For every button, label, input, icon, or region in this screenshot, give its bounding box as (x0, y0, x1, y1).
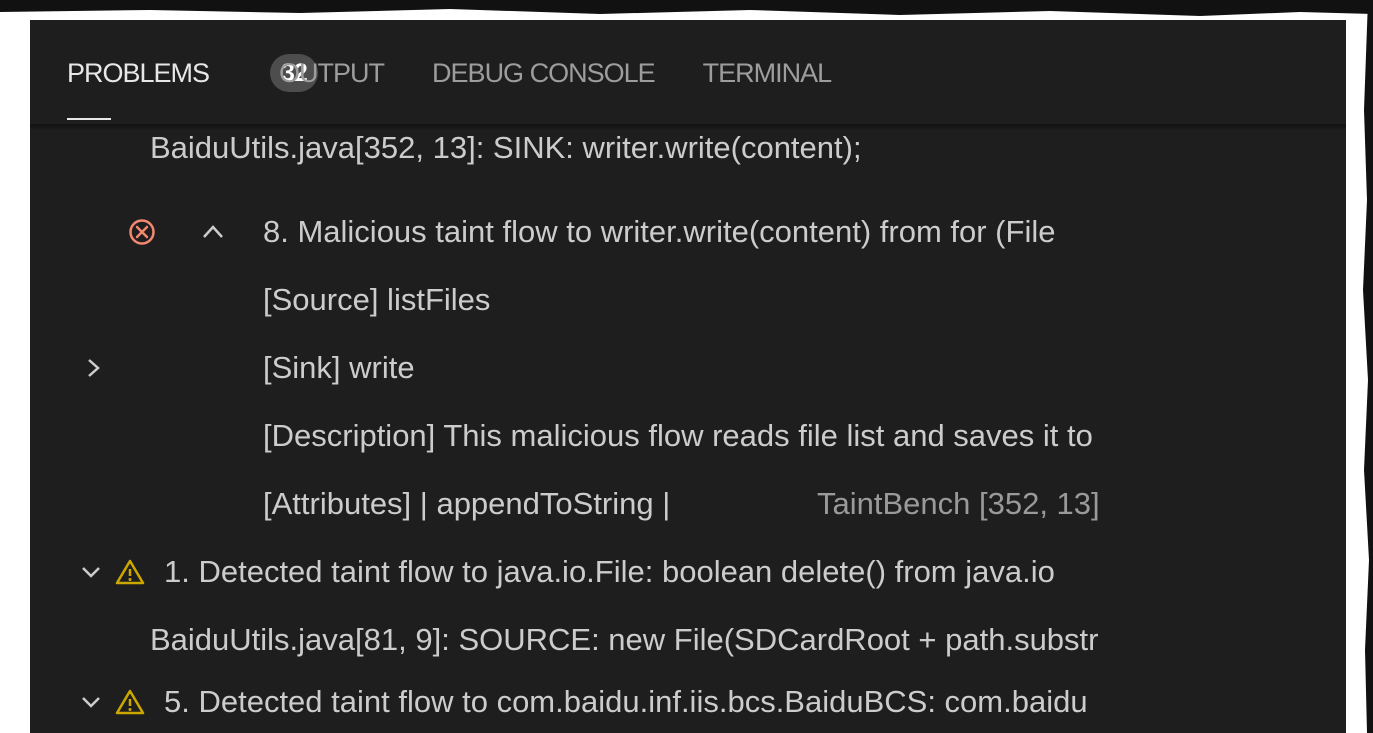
chevron-up-icon[interactable] (198, 217, 228, 247)
tab-terminal-label: TERMINAL (702, 57, 833, 88)
warning-5-title-text: 5. Detected taint flow to com.baidu.inf.… (164, 684, 1088, 719)
tab-problems-label: PROBLEMS (67, 57, 210, 88)
sink-text: [Sink] write (263, 350, 415, 385)
panel-tab-bar: PROBLEMS 32 OUTPUT DEBUG CONSOLE TERMINA… (30, 20, 1346, 126)
sink-location-text: BaiduUtils.java[352, 13]: SINK: writer.w… (150, 130, 862, 165)
chevron-down-icon[interactable] (78, 687, 104, 717)
detail-row-sink[interactable]: [Sink] write (30, 338, 1346, 398)
detail-row-attributes[interactable]: [Attributes] | appendToString | TaintBen… (30, 474, 1346, 534)
error-icon (127, 217, 157, 247)
warning-1-title-text: 1. Detected taint flow to java.io.File: … (164, 554, 1055, 589)
tab-output-label: OUTPUT (279, 57, 385, 88)
warning-1-source-row[interactable]: BaiduUtils.java[81, 9]: SOURCE: new File… (30, 610, 1346, 670)
warning-icon (114, 687, 146, 717)
problem-row-warning-5[interactable]: 5. Detected taint flow to com.baidu.inf.… (30, 672, 1346, 732)
attributes-text: [Attributes] | appendToString | (263, 486, 671, 521)
torn-paper-edge-top (0, 0, 1373, 16)
detail-row-source[interactable]: [Source] listFiles (30, 270, 1346, 330)
warning-icon (114, 557, 146, 587)
chevron-down-icon[interactable] (78, 557, 104, 587)
problem-row-error-8[interactable]: 8. Malicious taint flow to writer.write(… (30, 202, 1346, 262)
tab-debug-console-label: DEBUG CONSOLE (432, 57, 656, 88)
error-title-text: 8. Malicious taint flow to writer.write(… (263, 214, 1056, 249)
problem-row-warning-1[interactable]: 1. Detected taint flow to java.io.File: … (30, 542, 1346, 602)
source-text: [Source] listFiles (263, 282, 491, 317)
tab-output[interactable]: OUTPUT (279, 20, 385, 126)
description-text: [Description] This malicious flow reads … (263, 418, 1093, 453)
torn-paper-edge-right (1363, 0, 1373, 733)
tab-bar-shadow (30, 124, 1346, 130)
warning-1-source-text: BaiduUtils.java[81, 9]: SOURCE: new File… (150, 622, 1099, 657)
detail-row-description[interactable]: [Description] This malicious flow reads … (30, 406, 1346, 466)
problems-panel: PROBLEMS 32 OUTPUT DEBUG CONSOLE TERMINA… (30, 20, 1346, 733)
tab-terminal[interactable]: TERMINAL (702, 20, 833, 126)
attributes-origin-text: TaintBench [352, 13] (817, 486, 1100, 521)
chevron-right-icon[interactable] (80, 353, 106, 383)
tab-debug-console[interactable]: DEBUG CONSOLE (432, 20, 656, 126)
tab-problems[interactable]: PROBLEMS 32 (67, 20, 318, 126)
